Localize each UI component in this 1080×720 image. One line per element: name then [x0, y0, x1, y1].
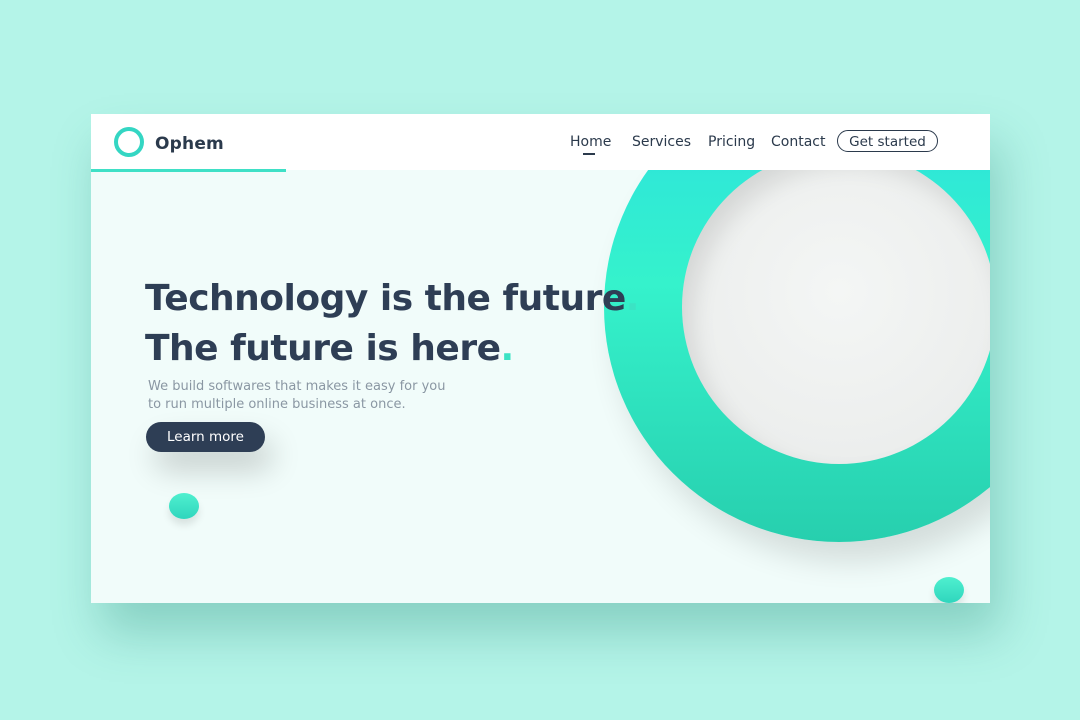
- headline-accent-dot: .: [500, 328, 514, 369]
- landing-page-frame: Ophem Home Services Pricing Contact Get …: [91, 114, 990, 603]
- hero-headline-line-1: Technology is the future.: [145, 278, 639, 319]
- brand-name[interactable]: Ophem: [155, 134, 224, 154]
- nav-link-contact[interactable]: Contact: [771, 134, 825, 150]
- logo-ring-icon: [114, 127, 144, 157]
- hero-subtext-line-1: We build softwares that makes it easy fo…: [148, 379, 446, 394]
- top-navigation-bar: Ophem Home Services Pricing Contact Get …: [91, 114, 990, 172]
- decorative-ring: [604, 114, 990, 542]
- hero-subtext-line-2: to run multiple online business at once.: [148, 397, 406, 412]
- active-nav-underline: [583, 153, 595, 155]
- decorative-blob: [934, 577, 964, 603]
- headline-text-2: The future is here: [145, 328, 501, 369]
- decorative-blob: [169, 493, 199, 519]
- nav-link-pricing[interactable]: Pricing: [708, 134, 755, 150]
- hero-headline-line-2: The future is here.: [145, 328, 514, 369]
- get-started-button[interactable]: Get started: [837, 130, 938, 152]
- decorative-ring-center: [682, 150, 990, 464]
- headline-text-1: Technology is the future: [145, 278, 626, 319]
- nav-link-home[interactable]: Home: [570, 134, 611, 150]
- headline-accent-dot: .: [625, 278, 640, 319]
- learn-more-button[interactable]: Learn more: [146, 422, 265, 452]
- nav-link-services[interactable]: Services: [632, 134, 691, 150]
- scroll-progress-bar: [91, 169, 286, 172]
